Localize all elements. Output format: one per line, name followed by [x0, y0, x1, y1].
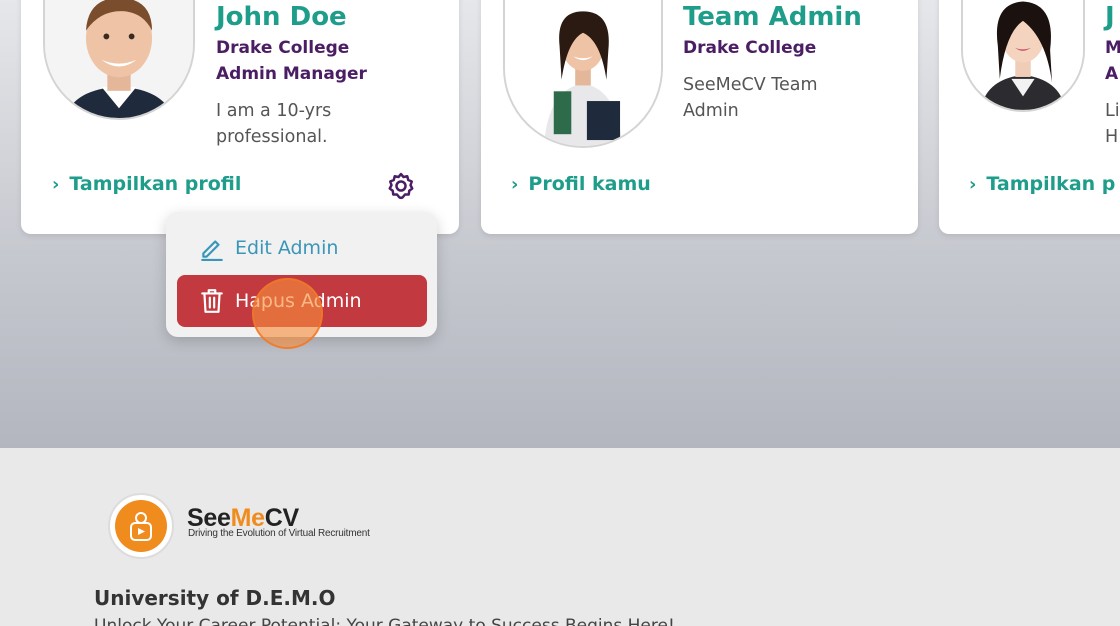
delete-admin-label: Hapus Admin	[235, 290, 362, 312]
avatar	[43, 0, 195, 120]
admin-role: A	[1105, 64, 1119, 84]
chevron-right-icon: ›	[52, 173, 60, 195]
edit-admin-label: Edit Admin	[235, 237, 339, 259]
avatar	[961, 0, 1085, 112]
your-profile-link[interactable]: › Profil kamu	[511, 173, 651, 195]
admin-organization: Drake College	[216, 38, 350, 58]
admin-description: Li H	[1105, 101, 1120, 147]
admin-name: J	[1105, 2, 1115, 32]
view-profile-label: Tampilkan p	[986, 173, 1116, 195]
view-profile-link[interactable]: › Tampilkan profil	[52, 173, 241, 195]
admin-card-team-admin: Team Admin Drake College SeeMeCV Team Ad…	[481, 0, 918, 234]
admin-name: John Doe	[216, 2, 347, 32]
profile-video-icon	[130, 512, 152, 541]
admin-actions-menu: Edit Admin Hapus Admin	[166, 212, 437, 337]
trash-icon	[201, 289, 223, 313]
seemecv-logo[interactable]	[108, 493, 174, 559]
admin-card-john-doe: John Doe Drake College Admin Manager I a…	[21, 0, 459, 234]
admin-name: Team Admin	[683, 2, 862, 32]
view-profile-link[interactable]: › Tampilkan p	[969, 173, 1115, 195]
brand-tagline: Driving the Evolution of Virtual Recruit…	[188, 528, 370, 539]
footer: SeeMeCV Driving the Evolution of Virtual…	[0, 448, 1120, 626]
admin-description: I am a 10-yrs professional.	[216, 101, 332, 147]
admin-organization: M	[1105, 38, 1120, 58]
admin-card-3: J M A Li H › Tampilkan p	[939, 0, 1120, 234]
admin-organization: Drake College	[683, 38, 817, 58]
delete-admin-button[interactable]: Hapus Admin	[177, 275, 427, 327]
avatar	[503, 0, 663, 148]
university-name: University of D.E.M.O	[94, 586, 336, 610]
view-profile-label: Tampilkan profil	[69, 173, 242, 195]
admin-role: Admin Manager	[216, 64, 367, 84]
chevron-right-icon: ›	[969, 173, 977, 195]
pencil-icon	[201, 240, 223, 261]
gear-icon[interactable]	[386, 171, 416, 201]
footer-slogan: Unlock Your Career Potential: Your Gatew…	[94, 616, 675, 626]
admin-description: SeeMeCV Team Admin	[683, 75, 818, 121]
edit-admin-button[interactable]: Edit Admin	[177, 222, 427, 274]
admin-cards-section: John Doe Drake College Admin Manager I a…	[0, 0, 1120, 448]
chevron-right-icon: ›	[511, 173, 519, 195]
your-profile-label: Profil kamu	[528, 173, 651, 195]
